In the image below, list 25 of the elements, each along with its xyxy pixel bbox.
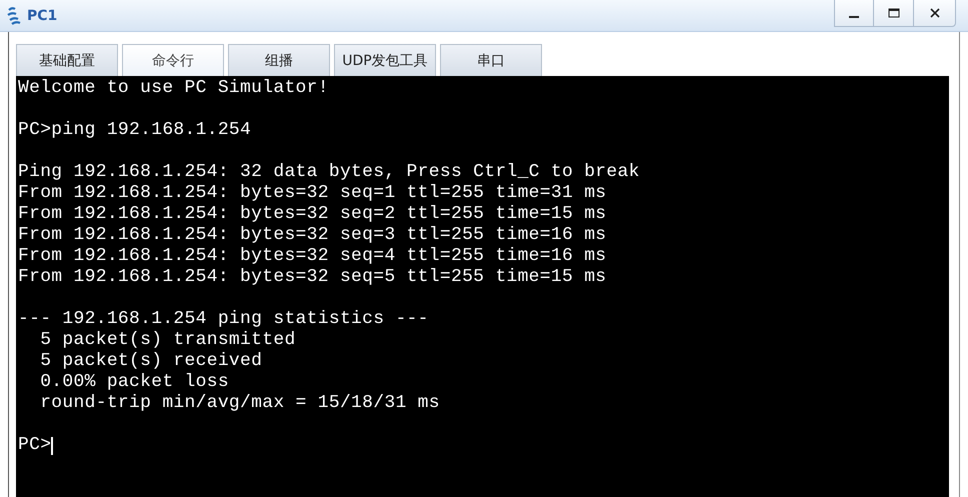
tab[interactable]: 基础配置 xyxy=(16,44,118,76)
tab[interactable]: 组播 xyxy=(228,44,330,76)
terminal-line: Ping 192.168.1.254: 32 data bytes, Press Ctrl_C to break xyxy=(18,162,640,183)
terminal-line: 5 packet(s) received xyxy=(39,351,262,372)
terminal-prompt: PC> xyxy=(18,435,52,456)
maximize-icon xyxy=(888,8,900,18)
close-button[interactable] xyxy=(914,0,956,27)
terminal-line: --- 192.168.1.254 ping statistics --- xyxy=(18,309,429,330)
terminal-line: From 192.168.1.254: bytes=32 seq=2 ttl=255 time=15 ms xyxy=(18,204,606,225)
terminal-line: Welcome to use PC Simulator! xyxy=(18,78,329,99)
tab[interactable]: 串口 xyxy=(440,44,542,76)
maximize-button[interactable] xyxy=(874,0,914,27)
terminal-line: From 192.168.1.254: bytes=32 seq=1 ttl=255 time=31 ms xyxy=(18,183,606,204)
terminal-line: 0.00% packet loss xyxy=(39,372,229,393)
tab[interactable]: 命令行 xyxy=(122,44,224,76)
terminal-line: PC>ping 192.168.1.254 xyxy=(18,120,252,141)
terminal-line: From 192.168.1.254: bytes=32 seq=4 ttl=255 time=16 ms xyxy=(18,246,606,267)
terminal-line: From 192.168.1.254: bytes=32 seq=5 ttl=255 time=15 ms xyxy=(18,267,606,288)
minimize-icon xyxy=(849,16,859,18)
tab[interactable]: UDP发包工具 xyxy=(334,44,436,76)
terminal-line: From 192.168.1.254: bytes=32 seq=3 ttl=255 time=16 ms xyxy=(18,225,606,246)
close-icon xyxy=(928,7,940,19)
window-title: PC1 xyxy=(27,8,58,24)
terminal-line: 5 packet(s) transmitted xyxy=(39,330,296,351)
terminal-line: round-trip min/avg/max = 15/18/31 ms xyxy=(39,393,440,414)
